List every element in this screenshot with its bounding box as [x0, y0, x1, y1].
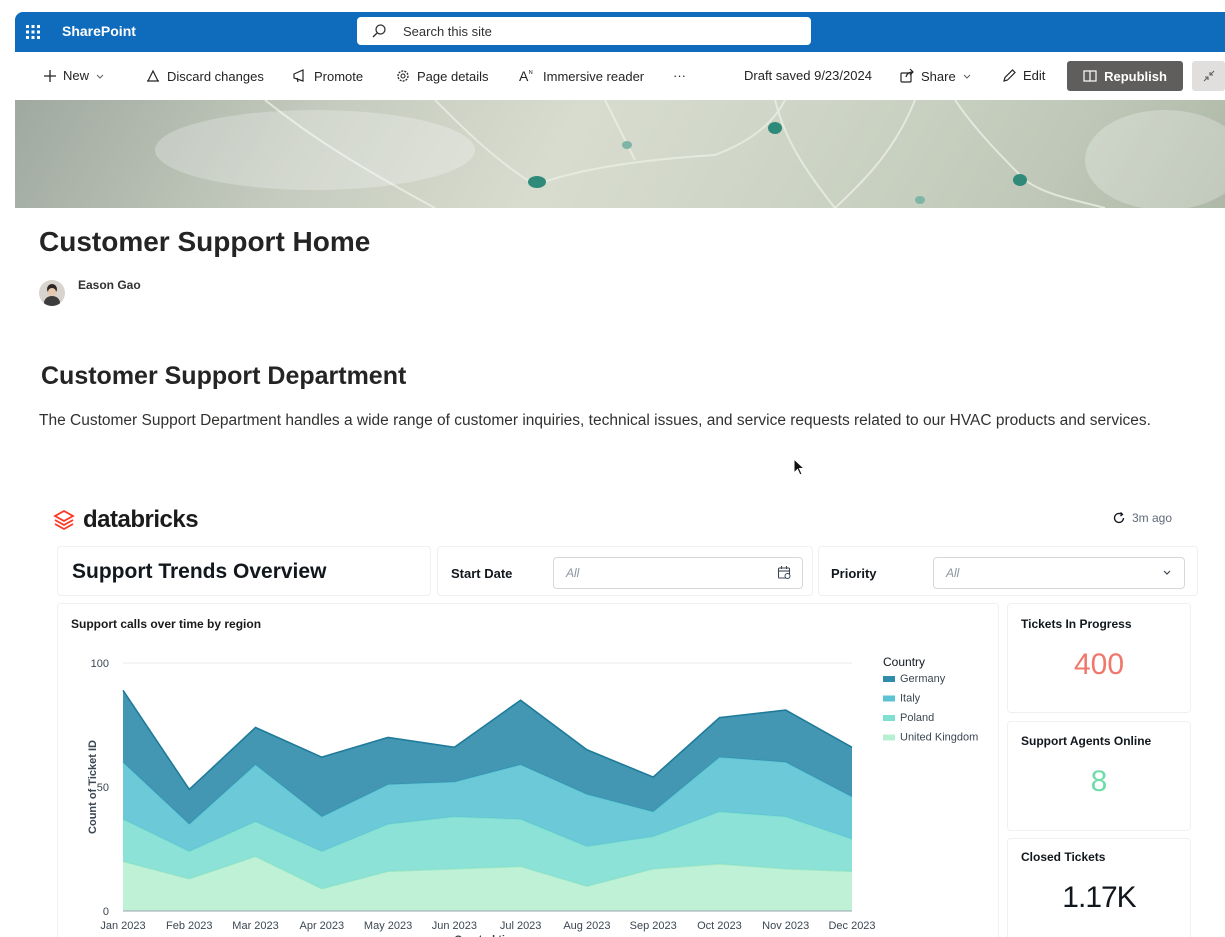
- dashboard-title: Support Trends Overview: [72, 560, 327, 583]
- svg-text:A: A: [519, 68, 529, 84]
- command-bar: New Discard changes Promote Page details…: [15, 52, 1225, 101]
- immersive-reader-label: Immersive reader: [543, 68, 645, 84]
- databricks-logo-icon: [53, 509, 75, 531]
- priority-select[interactable]: All: [933, 557, 1185, 589]
- search-box[interactable]: Search this site: [357, 17, 811, 45]
- databricks-logo: databricks: [53, 506, 199, 534]
- section-description: The Customer Support Department handles …: [39, 412, 1151, 429]
- x-tick-label: Nov 2023: [762, 920, 809, 932]
- legend-item: Italy: [900, 693, 921, 705]
- chart-title: Support calls over time by region: [71, 617, 262, 631]
- section-title: Customer Support Department: [41, 362, 407, 390]
- share-label: Share: [921, 68, 956, 84]
- mouse-cursor-icon: [793, 458, 806, 476]
- collapse-icon: [1203, 70, 1215, 82]
- kpi-value-tickets-in-progress: 400: [1073, 648, 1125, 681]
- refresh-time: 3m ago: [1132, 511, 1173, 525]
- priority-label: Priority: [831, 566, 877, 581]
- search-placeholder: Search this site: [403, 24, 492, 39]
- share-icon: [900, 68, 914, 83]
- collapse-button[interactable]: [1192, 61, 1225, 91]
- chevron-down-icon: [96, 74, 104, 79]
- gear-icon: [397, 70, 409, 82]
- page-details-button[interactable]: Page details: [395, 68, 489, 84]
- x-tick-label: Jan 2023: [100, 920, 145, 932]
- immersive-reader-icon: Aᴺ: [519, 68, 533, 84]
- legend-swatch: [883, 695, 895, 702]
- x-tick-label: Apr 2023: [299, 920, 344, 932]
- x-tick-label: Oct 2023: [697, 920, 742, 932]
- legend-item: Poland: [900, 712, 934, 724]
- kpi-label-closed-tickets: Closed Tickets: [1021, 850, 1106, 864]
- promote-label: Promote: [314, 68, 364, 84]
- plus-icon: [44, 69, 56, 82]
- megaphone-icon: [293, 69, 304, 83]
- new-button[interactable]: New: [43, 68, 105, 83]
- legend-item: Germany: [900, 673, 946, 685]
- promote-button[interactable]: Promote: [292, 68, 363, 84]
- republish-label: Republish: [1104, 68, 1167, 84]
- page-details-label: Page details: [417, 68, 489, 84]
- edit-label: Edit: [1023, 68, 1046, 83]
- pencil-icon: [1003, 69, 1016, 82]
- legend-item: United Kingdom: [900, 732, 978, 744]
- suite-bar: SharePoint Search this site: [15, 12, 1225, 52]
- book-icon: [1083, 70, 1097, 82]
- edit-button[interactable]: Edit: [1002, 68, 1045, 83]
- banner-neurons-illustration: [155, 100, 1225, 208]
- legend-title: Country: [883, 655, 925, 669]
- kpi-label-support-agents-online: Support Agents Online: [1021, 734, 1152, 748]
- more-actions-button[interactable]: ···: [673, 68, 686, 83]
- legend-swatch: [883, 734, 895, 741]
- chevron-down-icon: [1163, 570, 1171, 575]
- draft-status-text: Draft saved 9/23/2024: [744, 68, 872, 83]
- discard-changes-button[interactable]: Discard changes: [145, 68, 264, 84]
- kpi-label-tickets-in-progress: Tickets In Progress: [1021, 617, 1132, 631]
- area-chart: 050100Jan 2023 Feb 2023 Mar 2023 Apr 2023 Ma…: [87, 655, 978, 937]
- x-tick-label: Jun 2023: [432, 920, 477, 932]
- x-tick-label: Sep 2023: [630, 920, 677, 932]
- start-date-label: Start Date: [451, 566, 513, 581]
- legend-swatch: [883, 715, 895, 721]
- draft-status: Draft saved 9/23/2024: [744, 68, 872, 83]
- discard-icon: [147, 69, 159, 82]
- priority-value: All: [946, 566, 960, 580]
- start-date-value: All: [566, 566, 580, 580]
- y-tick-label: 0: [103, 906, 109, 918]
- databricks-wordmark: databricks: [83, 506, 199, 533]
- sharepoint-window: SharePoint Search this site New Discard …: [15, 12, 1225, 937]
- start-date-input[interactable]: All: [553, 557, 803, 589]
- kpi-value-closed-tickets: 1.17K: [1062, 881, 1136, 914]
- republish-button[interactable]: Republish: [1067, 61, 1183, 91]
- calendar-icon: [777, 566, 791, 579]
- app-name[interactable]: SharePoint: [62, 23, 136, 39]
- y-axis-title: Count of Ticket ID: [87, 740, 99, 834]
- discard-label: Discard changes: [167, 68, 264, 84]
- refresh-icon: [1113, 512, 1125, 524]
- legend-swatch: [883, 676, 895, 682]
- author-name[interactable]: Eason Gao: [78, 278, 141, 292]
- app-launcher-icon[interactable]: [23, 22, 43, 42]
- banner-image: [15, 100, 1225, 208]
- x-tick-label: Jul 2023: [500, 920, 542, 932]
- x-tick-label: Mar 2023: [232, 920, 278, 932]
- immersive-reader-button[interactable]: Aᴺ Immersive reader: [519, 68, 644, 84]
- more-icon: ···: [673, 68, 686, 83]
- refresh-button[interactable]: 3m ago: [1112, 511, 1172, 525]
- share-button[interactable]: Share: [899, 68, 972, 84]
- new-label: New: [63, 68, 90, 83]
- page-title: Customer Support Home: [39, 226, 371, 257]
- x-tick-label: Aug 2023: [563, 920, 610, 932]
- svg-text:ᴺ: ᴺ: [529, 69, 533, 78]
- x-tick-label: Feb 2023: [166, 920, 212, 932]
- y-tick-label: 100: [91, 658, 109, 670]
- x-tick-label: May 2023: [364, 920, 412, 932]
- search-icon: [372, 24, 386, 38]
- x-tick-label: Dec 2023: [828, 920, 875, 932]
- author-avatar: [39, 280, 65, 306]
- chevron-down-icon: [963, 74, 971, 79]
- kpi-value-support-agents-online: 8: [1090, 765, 1108, 798]
